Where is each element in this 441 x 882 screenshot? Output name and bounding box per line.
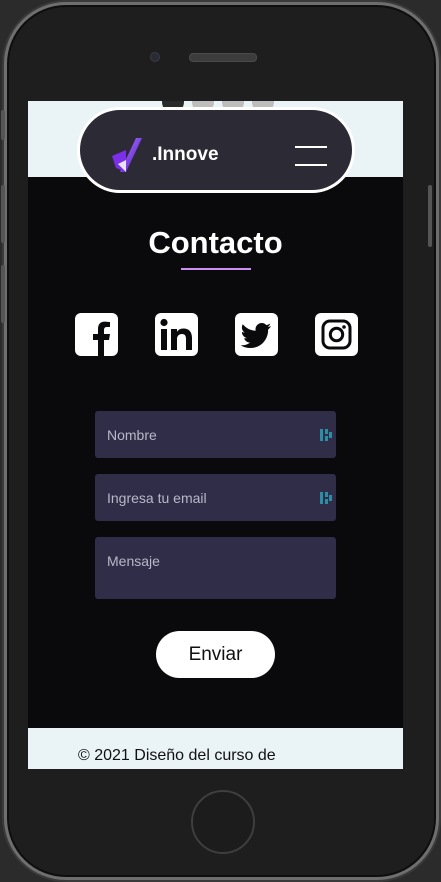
title-underline xyxy=(181,268,251,270)
volume-up-button xyxy=(1,185,5,243)
email-field[interactable]: Ingresa tu email xyxy=(95,474,336,521)
brand-name[interactable]: .Innove xyxy=(152,144,219,166)
home-button[interactable] xyxy=(191,790,255,854)
earpiece-speaker xyxy=(189,53,257,62)
autofill-key-icon[interactable] xyxy=(320,428,332,442)
linkedin-icon[interactable] xyxy=(155,313,198,356)
front-camera xyxy=(150,52,160,62)
navbar: .Innove xyxy=(77,107,355,193)
name-field[interactable]: Nombre xyxy=(95,411,336,458)
autofill-key-icon[interactable] xyxy=(320,491,332,505)
brand-logo-icon[interactable] xyxy=(112,138,142,174)
message-field[interactable]: Mensaje xyxy=(95,537,336,599)
send-button[interactable]: Enviar xyxy=(156,631,275,678)
twitter-icon[interactable] xyxy=(235,313,278,356)
page-title: Contacto xyxy=(148,225,283,260)
name-field-placeholder: Nombre xyxy=(107,427,157,443)
instagram-icon[interactable] xyxy=(315,313,358,356)
email-field-placeholder: Ingresa tu email xyxy=(107,490,207,506)
screen: .Innove Contacto Nombre Ingresa tu email… xyxy=(28,101,403,769)
facebook-icon[interactable] xyxy=(75,313,118,356)
footer-text: © 2021 Diseño del curso de xyxy=(78,747,276,764)
message-field-placeholder: Mensaje xyxy=(107,553,160,569)
volume-down-button xyxy=(1,265,5,323)
menu-icon[interactable] xyxy=(295,146,327,166)
mute-switch xyxy=(1,110,5,140)
power-button xyxy=(428,185,432,247)
footer: © 2021 Diseño del curso de xyxy=(28,728,403,769)
